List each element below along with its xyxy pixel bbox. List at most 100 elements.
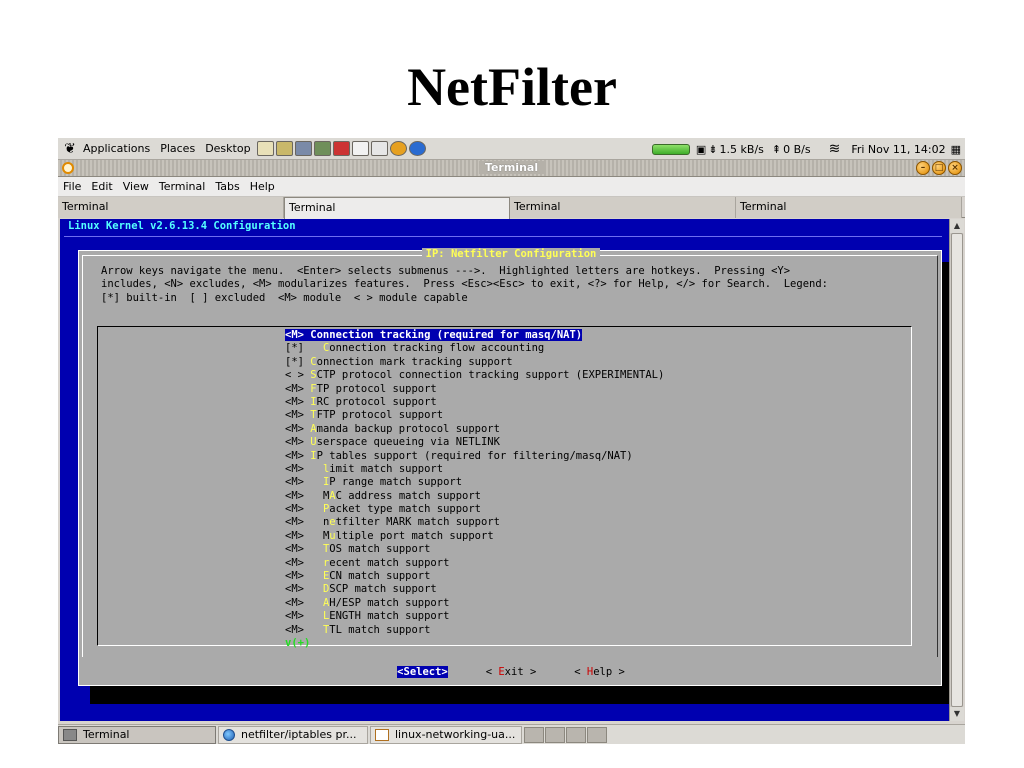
window-titlebar[interactable]: Terminal – □ × <box>58 160 965 177</box>
network-monitor-icon: ▣ <box>695 142 707 156</box>
help-bracket: < <box>574 666 587 678</box>
netfilter-dialog: IP: Netfilter Configuration Arrow keys n… <box>78 248 942 686</box>
item-label: P tables support (required for filtering… <box>316 449 633 462</box>
menu-terminal[interactable]: Terminal <box>154 180 211 193</box>
menu-view[interactable]: View <box>118 180 154 193</box>
workspace-switcher-4[interactable] <box>587 726 607 743</box>
menu-item[interactable]: < > SCTP protocol connection tracking su… <box>285 369 664 382</box>
menu-item-connection-tracking[interactable]: <M> Connection tracking (required for ma… <box>285 329 664 342</box>
file-browser-launcher-icon[interactable] <box>256 141 274 156</box>
kernel-config-header: Linux Kernel v2.6.13.4 Configuration <box>68 220 296 232</box>
workspace-switcher-2[interactable] <box>545 726 565 743</box>
menu-item[interactable]: <M> IRC protocol support <box>285 396 664 409</box>
menu-tabs[interactable]: Tabs <box>210 180 244 193</box>
scroll-up-arrow-icon[interactable]: ▲ <box>950 219 964 233</box>
places-menu[interactable]: Places <box>155 138 200 160</box>
option-marker: <M> <box>285 409 304 422</box>
menu-file[interactable]: File <box>58 180 86 193</box>
option-marker: <M> <box>285 462 304 475</box>
menu-item[interactable]: <M> Userspace queueing via NETLINK <box>285 436 664 449</box>
scroll-down-arrow-icon[interactable]: ▼ <box>950 707 964 721</box>
menu-item[interactable]: <M> recent match support <box>285 557 664 570</box>
help-text: Arrow keys navigate the menu. <Enter> se… <box>101 265 828 305</box>
slide-title: NetFilter <box>407 57 617 117</box>
editor-launcher-icon[interactable] <box>294 141 312 156</box>
menu-item[interactable]: <M> Amanda backup protocol support <box>285 423 664 436</box>
minimize-icon[interactable]: – <box>916 161 930 175</box>
terminal-content[interactable]: Linux Kernel v2.6.13.4 Configuration IP:… <box>60 219 949 721</box>
workspace-switcher-3[interactable] <box>566 726 586 743</box>
clock[interactable]: Fri Nov 11, 14:02 <box>846 138 950 160</box>
menu-item[interactable]: <M> FTP protocol support <box>285 383 664 396</box>
more-items-indicator: v(+) <box>285 636 311 649</box>
network-launcher-icon[interactable] <box>351 141 369 156</box>
menu-item[interactable]: <M> TFTP protocol support <box>285 409 664 422</box>
task-label: netfilter/iptables pr... <box>241 728 357 741</box>
menu-item[interactable]: <M> LENGTH match support <box>285 610 664 623</box>
disk-launcher-icon[interactable] <box>389 141 407 156</box>
help-line: includes, <N> excludes, <M> modularizes … <box>101 278 828 291</box>
applications-menu[interactable]: Applications <box>78 138 155 160</box>
option-marker: <M> <box>285 596 304 609</box>
exit-button[interactable]: < Exit > <box>486 666 537 678</box>
tab-terminal-2[interactable]: Terminal <box>284 197 510 219</box>
option-marker: <M> <box>285 489 304 502</box>
header-divider <box>64 236 942 237</box>
menu-item[interactable]: <M> Multiple port match support <box>285 530 664 543</box>
top-panel: ❦ Applications Places Desktop ▣ ⇟ 1.5 kB… <box>58 138 965 160</box>
menu-item[interactable]: <M> TTL match support <box>285 624 664 637</box>
option-marker: <M> <box>285 529 304 542</box>
maximize-icon[interactable]: □ <box>932 161 946 175</box>
item-label: TL match support <box>329 623 431 636</box>
terminal-scrollbar[interactable]: ▲ ▼ <box>949 219 964 721</box>
item-label: RC protocol support <box>316 395 437 408</box>
option-marker: <M> <box>285 610 304 623</box>
menu-item[interactable]: <M> AH/ESP match support <box>285 597 664 610</box>
select-button[interactable]: <Select> <box>397 666 448 678</box>
volume-icon[interactable]: ≋ <box>829 141 841 157</box>
gnome-foot-icon[interactable]: ❦ <box>62 141 78 157</box>
menu-item[interactable]: <M> IP tables support (required for filt… <box>285 450 664 463</box>
help-button[interactable]: < Help > <box>574 666 625 678</box>
menu-item[interactable]: <M> Packet type match support <box>285 503 664 516</box>
task-terminal[interactable]: Terminal <box>58 725 216 744</box>
option-marker: <M> <box>285 382 304 395</box>
option-marker: <M> <box>285 436 304 449</box>
tab-terminal-1[interactable]: Terminal <box>58 197 284 218</box>
menu-item[interactable]: <M> ECN match support <box>285 570 664 583</box>
menu-help[interactable]: Help <box>245 180 280 193</box>
task-label: linux-networking-ua... <box>395 728 516 741</box>
browser-launcher-icon[interactable] <box>408 141 426 156</box>
desktop-menu[interactable]: Desktop <box>200 138 255 160</box>
option-marker: <M> <box>285 583 304 596</box>
menu-item[interactable]: <M> limit match support <box>285 463 664 476</box>
menu-item[interactable]: [*] Connection tracking flow accounting <box>285 342 664 355</box>
help-label: elp > <box>593 666 625 678</box>
item-label: serspace queueing via NETLINK <box>316 436 500 449</box>
tab-terminal-3[interactable]: Terminal <box>510 197 736 218</box>
task-netfilter-browser[interactable]: netfilter/iptables pr... <box>218 725 368 744</box>
scrollbar-thumb[interactable] <box>951 233 963 707</box>
close-icon[interactable]: × <box>948 161 962 175</box>
battery-icon[interactable] <box>651 143 690 155</box>
menu-item[interactable]: <M> IP range match support <box>285 476 664 489</box>
tab-terminal-4[interactable]: Terminal <box>736 197 962 218</box>
redhat-launcher-icon[interactable] <box>332 141 350 156</box>
menu-item[interactable]: <M> TOS match support <box>285 543 664 556</box>
task-label: Terminal <box>83 728 130 741</box>
task-linux-networking[interactable]: linux-networking-ua... <box>370 725 522 744</box>
menu-item[interactable]: <M> MAC address match support <box>285 490 664 503</box>
option-marker: <M> <box>285 422 304 435</box>
menu-item[interactable]: [*] Connection mark tracking support <box>285 356 664 369</box>
show-desktop-icon[interactable]: ▦ <box>951 143 961 156</box>
menu-edit[interactable]: Edit <box>86 180 117 193</box>
help-line: Arrow keys navigate the menu. <Enter> se… <box>101 265 791 277</box>
menu-item[interactable]: <M> DSCP match support <box>285 583 664 596</box>
menu-item[interactable]: <M> netfilter MARK match support <box>285 516 664 529</box>
workspace-switcher-1[interactable] <box>524 726 544 743</box>
gimp-launcher-icon[interactable] <box>313 141 331 156</box>
writer-launcher-icon[interactable] <box>370 141 388 156</box>
option-marker: <M> <box>285 543 304 556</box>
notes-launcher-icon[interactable] <box>275 141 293 156</box>
terminal-icon <box>63 728 77 741</box>
